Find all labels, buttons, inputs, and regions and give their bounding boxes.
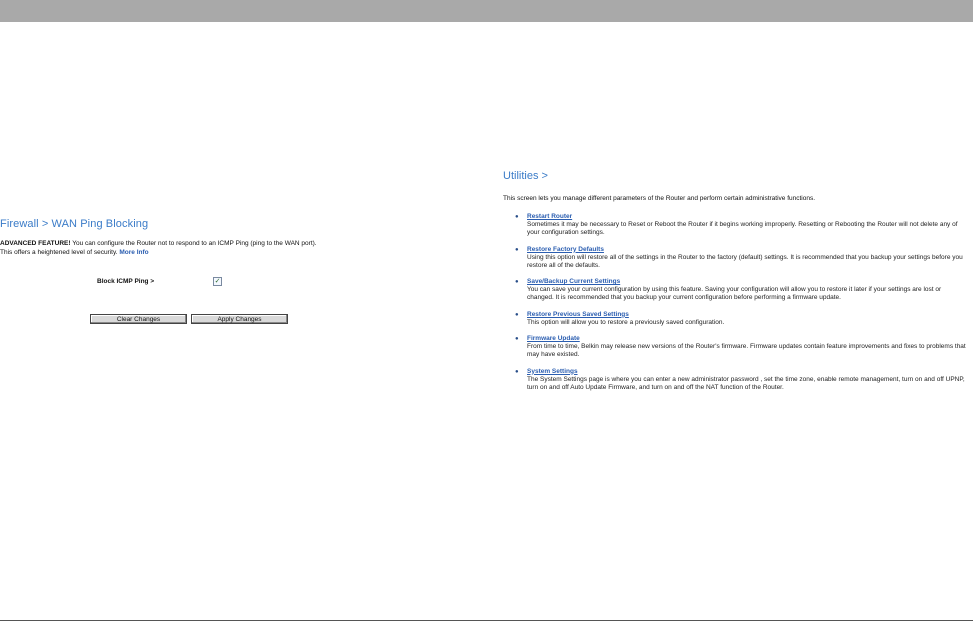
block-icmp-ping-label: Block ICMP Ping > [97,278,155,285]
feature-description: ADVANCED FEATURE! You can configure the … [0,240,470,257]
block-icmp-ping-row: Block ICMP Ping > ✓ [97,276,297,288]
top-header-bar [0,0,973,22]
firmware-update-link[interactable]: Firmware Update [527,335,968,343]
restart-router-link[interactable]: Restart Router [527,213,968,221]
restart-router-desc: Sometimes it may be necessary to Reset o… [527,221,958,237]
restore-previous-settings-link[interactable]: Restore Previous Saved Settings [527,311,968,319]
bullet-icon: ● [515,214,519,220]
wan-ping-blocking-panel: Firewall > WAN Ping Blocking ADVANCED FE… [0,218,470,324]
restore-factory-defaults-desc: Using this option will restore all of th… [527,253,963,269]
bullet-icon: ● [515,279,519,286]
description-line2: This offers a heightened level of securi… [0,248,120,256]
system-settings-link[interactable]: System Settings [527,368,968,376]
firmware-update-desc: From time to time, Belkin may release ne… [527,343,966,359]
advanced-feature-label: ADVANCED FEATURE! [0,240,71,247]
utilities-title: Utilities > [503,170,548,182]
utility-item-system-settings: ● System Settings The System Settings pa… [515,368,968,393]
bullet-icon: ● [515,246,519,253]
apply-changes-button[interactable]: Apply Changes [191,314,288,324]
bullet-icon: ● [515,336,519,343]
page-title: Firewall > WAN Ping Blocking [0,218,149,230]
description-line1: You can configure the Router not to resp… [70,240,317,247]
bottom-divider [0,620,973,621]
bullet-icon: ● [515,368,519,375]
utility-item-save-backup: ● Save/Backup Current Settings You can s… [515,278,968,303]
save-backup-settings-link[interactable]: Save/Backup Current Settings [527,278,968,286]
more-info-link[interactable]: More Info [119,249,148,256]
utilities-list: ● Restart Router Sometimes it may be nec… [503,213,968,392]
bullet-icon: ● [515,311,519,318]
utility-item-restore-previous: ● Restore Previous Saved Settings This o… [515,311,968,327]
clear-changes-button[interactable]: Clear Changes [90,314,187,324]
utility-item-restore-factory-defaults: ● Restore Factory Defaults Using this op… [515,246,968,271]
utilities-intro: This screen lets you manage different pa… [503,195,816,202]
utility-item-firmware-update: ● Firmware Update From time to time, Bel… [515,335,968,360]
system-settings-desc: The System Settings page is where you ca… [527,375,965,391]
block-icmp-ping-checkbox[interactable]: ✓ [213,277,222,286]
utilities-panel: Utilities > This screen lets you manage … [503,170,968,400]
save-backup-settings-desc: You can save your current configuration … [527,286,942,302]
checkmark-icon: ✓ [214,278,221,285]
restore-previous-settings-desc: This option will allow you to restore a … [527,318,725,326]
restore-factory-defaults-link[interactable]: Restore Factory Defaults [527,246,968,254]
utility-item-restart-router: ● Restart Router Sometimes it may be nec… [515,213,968,238]
